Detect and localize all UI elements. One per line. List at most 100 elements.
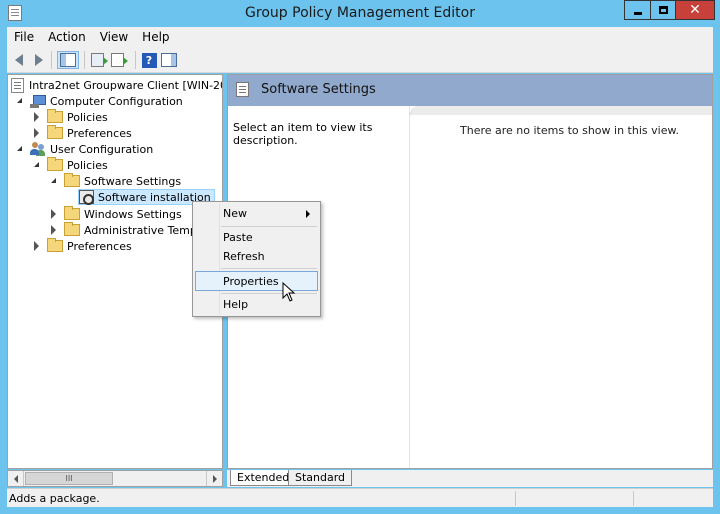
properties-icon <box>90 53 108 67</box>
menu-separator <box>221 226 317 227</box>
software-package-icon <box>79 190 94 205</box>
maximize-icon <box>658 6 668 14</box>
tree-item-cc-preferences[interactable]: Preferences <box>33 125 132 141</box>
console-tree[interactable]: Intra2net Groupware Client [WIN-2012-D C… <box>7 74 223 469</box>
view-tabs: Extended Standard <box>227 470 713 487</box>
menu-item-refresh[interactable]: Refresh <box>195 247 318 267</box>
folder-icon <box>64 206 80 220</box>
expand-icon[interactable] <box>50 209 58 219</box>
chevron-right-icon <box>212 474 217 483</box>
back-arrow-icon <box>15 54 23 66</box>
computer-icon <box>30 94 46 108</box>
tree-label: Policies <box>67 158 108 172</box>
collapse-icon[interactable] <box>33 161 41 169</box>
menu-help[interactable]: Help <box>135 27 176 47</box>
tree-label: Software Settings <box>84 174 182 188</box>
empty-list-message: There are no items to show in this view. <box>460 124 679 137</box>
back-button[interactable] <box>10 51 28 69</box>
close-button[interactable]: ✕ <box>675 0 715 20</box>
expand-icon[interactable] <box>33 112 41 122</box>
menu-file[interactable]: File <box>7 27 41 47</box>
app-window: Group Policy Management Editor ✕ File Ac… <box>0 0 720 514</box>
menu-item-label: New <box>223 207 247 220</box>
minimize-button[interactable] <box>624 0 651 20</box>
menu-item-paste[interactable]: Paste <box>195 228 318 248</box>
export-list-icon <box>110 53 128 67</box>
description-text: Select an item to view its description. <box>233 121 373 147</box>
menu-view[interactable]: View <box>93 27 135 47</box>
tree-root-label: Intra2net Groupware Client [WIN-2012-D <box>29 78 222 92</box>
tree-label: User Configuration <box>50 142 154 156</box>
details-header: Software Settings <box>228 75 712 106</box>
collapse-icon[interactable] <box>16 145 24 153</box>
folder-icon <box>47 238 63 252</box>
tree-horizontal-scrollbar[interactable]: III <box>7 470 223 487</box>
tree-item-uc-policies[interactable]: Policies <box>33 157 108 173</box>
folder-icon <box>47 125 63 139</box>
tab-standard[interactable]: Standard <box>288 470 353 486</box>
menu-action[interactable]: Action <box>41 27 93 47</box>
status-bar: Adds a package. <box>7 488 713 507</box>
tree-item-windows-settings[interactable]: Windows Settings <box>50 206 182 222</box>
chevron-left-icon <box>13 474 18 483</box>
scroll-right-button[interactable] <box>206 471 222 486</box>
scroll-left-button[interactable] <box>8 471 24 486</box>
folder-icon <box>47 109 63 123</box>
tree-label: Preferences <box>67 126 132 140</box>
expand-icon[interactable] <box>50 225 58 235</box>
close-icon: ✕ <box>689 2 701 18</box>
toolbar-separator <box>135 51 136 69</box>
tree-label: Windows Settings <box>84 207 182 221</box>
help-icon: ? <box>141 52 157 68</box>
action-pane-icon <box>161 53 177 67</box>
console-tree-icon <box>60 53 76 67</box>
expand-icon[interactable] <box>33 241 41 251</box>
expand-icon[interactable] <box>33 128 41 138</box>
scrollbar-thumb[interactable]: III <box>25 472 113 485</box>
title-bar[interactable]: Group Policy Management Editor ✕ <box>0 0 720 27</box>
forward-button[interactable] <box>30 51 48 69</box>
window-title: Group Policy Management Editor <box>245 5 475 21</box>
help-toolbar-button[interactable]: ? <box>140 51 158 69</box>
menu-item-help[interactable]: Help <box>195 295 318 315</box>
status-text: Adds a package. <box>9 492 100 505</box>
tree-item-administrative-templates[interactable]: Administrative Templat <box>50 222 211 238</box>
policy-document-icon <box>236 82 249 97</box>
tree-label: Preferences <box>67 239 132 253</box>
menu-separator <box>221 268 317 269</box>
list-header <box>410 106 712 115</box>
folder-icon <box>64 222 80 236</box>
tree-item-uc-preferences[interactable]: Preferences <box>33 238 132 254</box>
menu-item-new[interactable]: New <box>195 204 318 224</box>
toolbar-separator <box>51 51 52 69</box>
tree-item-cc-policies[interactable]: Policies <box>33 109 108 125</box>
status-divider <box>515 491 516 506</box>
toolbar-separator <box>84 51 85 69</box>
minimize-icon <box>633 11 642 15</box>
menu-bar: File Action View Help <box>7 27 713 47</box>
tab-extended[interactable]: Extended <box>230 470 297 486</box>
tree-label: Computer Configuration <box>50 94 183 108</box>
tree-label: Policies <box>67 110 108 124</box>
maximize-button[interactable] <box>650 0 676 20</box>
tree-item-computer-configuration[interactable]: Computer Configuration <box>16 93 183 109</box>
forward-arrow-icon <box>35 54 43 66</box>
export-list-button[interactable] <box>108 51 128 69</box>
submenu-arrow-icon <box>306 210 310 218</box>
action-pane-button[interactable] <box>160 51 178 69</box>
menu-separator <box>221 293 317 294</box>
details-title: Software Settings <box>261 82 376 97</box>
status-divider <box>633 491 634 506</box>
folder-open-icon <box>64 173 80 187</box>
properties-toolbar-button[interactable] <box>88 51 108 69</box>
menu-item-properties[interactable]: Properties <box>195 271 318 291</box>
policy-document-icon <box>11 77 24 93</box>
users-icon <box>30 142 46 156</box>
collapse-icon[interactable] <box>16 97 24 105</box>
tree-root[interactable]: Intra2net Groupware Client [WIN-2012-D <box>11 77 222 93</box>
collapse-icon[interactable] <box>50 177 58 185</box>
context-menu: New Paste Refresh Properties Help <box>192 201 321 317</box>
tree-item-software-settings[interactable]: Software Settings <box>50 173 181 189</box>
show-hide-tree-button[interactable] <box>57 51 79 69</box>
tree-item-user-configuration[interactable]: User Configuration <box>16 141 153 157</box>
